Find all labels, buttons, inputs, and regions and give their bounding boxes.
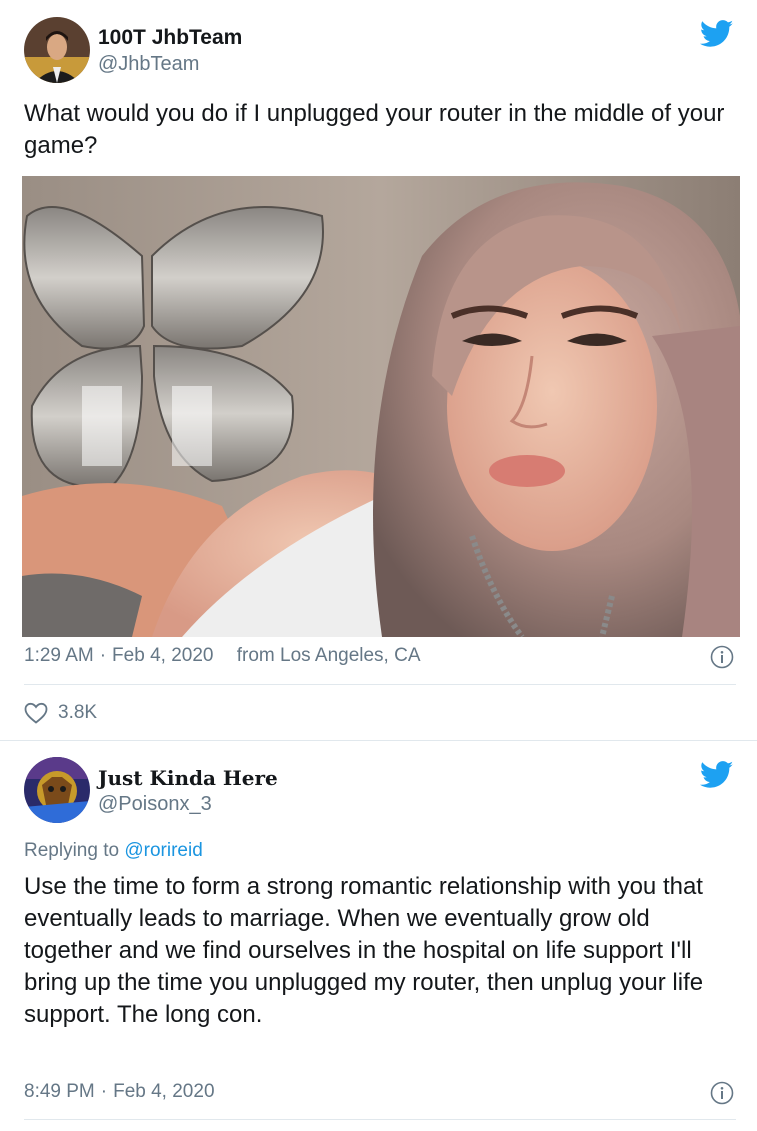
tweet-time[interactable]: 8:49 PM bbox=[24, 1081, 95, 1102]
tweet-card-2: Just Kinda Here @Poisonx_3 Replying to @… bbox=[0, 741, 757, 1131]
tweet-text: Use the time to form a strong romantic r… bbox=[24, 873, 704, 1028]
display-name[interactable]: 100T JhbTeam bbox=[98, 26, 242, 50]
avatar[interactable] bbox=[24, 17, 90, 83]
divider bbox=[24, 1119, 736, 1120]
tweet-photo[interactable] bbox=[22, 176, 740, 637]
user-handle[interactable]: @JhbTeam bbox=[98, 53, 199, 76]
tweet-card-1: 100T JhbTeam @JhbTeam What would you do … bbox=[0, 0, 757, 741]
tweet-meta: 1:29 AM · Feb 4, 2020 from Los Angeles, CA bbox=[24, 645, 421, 667]
meta-separator: · bbox=[100, 1081, 108, 1102]
tweet-location[interactable]: from Los Angeles, CA bbox=[237, 645, 421, 666]
like-count: 3.8K bbox=[58, 702, 98, 723]
tweet-meta: 8:49 PM · Feb 4, 2020 bbox=[24, 1081, 215, 1103]
divider bbox=[24, 684, 736, 685]
replying-prefix: Replying to bbox=[24, 840, 120, 861]
tweet-time[interactable]: 1:29 AM bbox=[24, 645, 94, 666]
twitter-bird-icon[interactable] bbox=[700, 20, 734, 48]
like-button[interactable]: 3.8K bbox=[24, 700, 97, 726]
tweet-date[interactable]: Feb 4, 2020 bbox=[112, 645, 213, 666]
meta-separator: · bbox=[99, 645, 107, 666]
tweet-date[interactable]: Feb 4, 2020 bbox=[113, 1081, 214, 1102]
avatar[interactable] bbox=[24, 757, 90, 823]
replying-to: Replying to @rorireid bbox=[24, 840, 203, 862]
twitter-bird-icon[interactable] bbox=[700, 761, 734, 789]
display-name[interactable]: Just Kinda Here bbox=[98, 766, 278, 790]
info-icon[interactable] bbox=[710, 1081, 734, 1105]
user-handle[interactable]: @Poisonx_3 bbox=[98, 793, 212, 816]
info-icon[interactable] bbox=[710, 645, 734, 669]
reply-mention-link[interactable]: @rorireid bbox=[124, 840, 202, 861]
heart-icon[interactable] bbox=[24, 702, 48, 724]
tweet-text: What would you do if I unplugged your ro… bbox=[24, 100, 725, 159]
